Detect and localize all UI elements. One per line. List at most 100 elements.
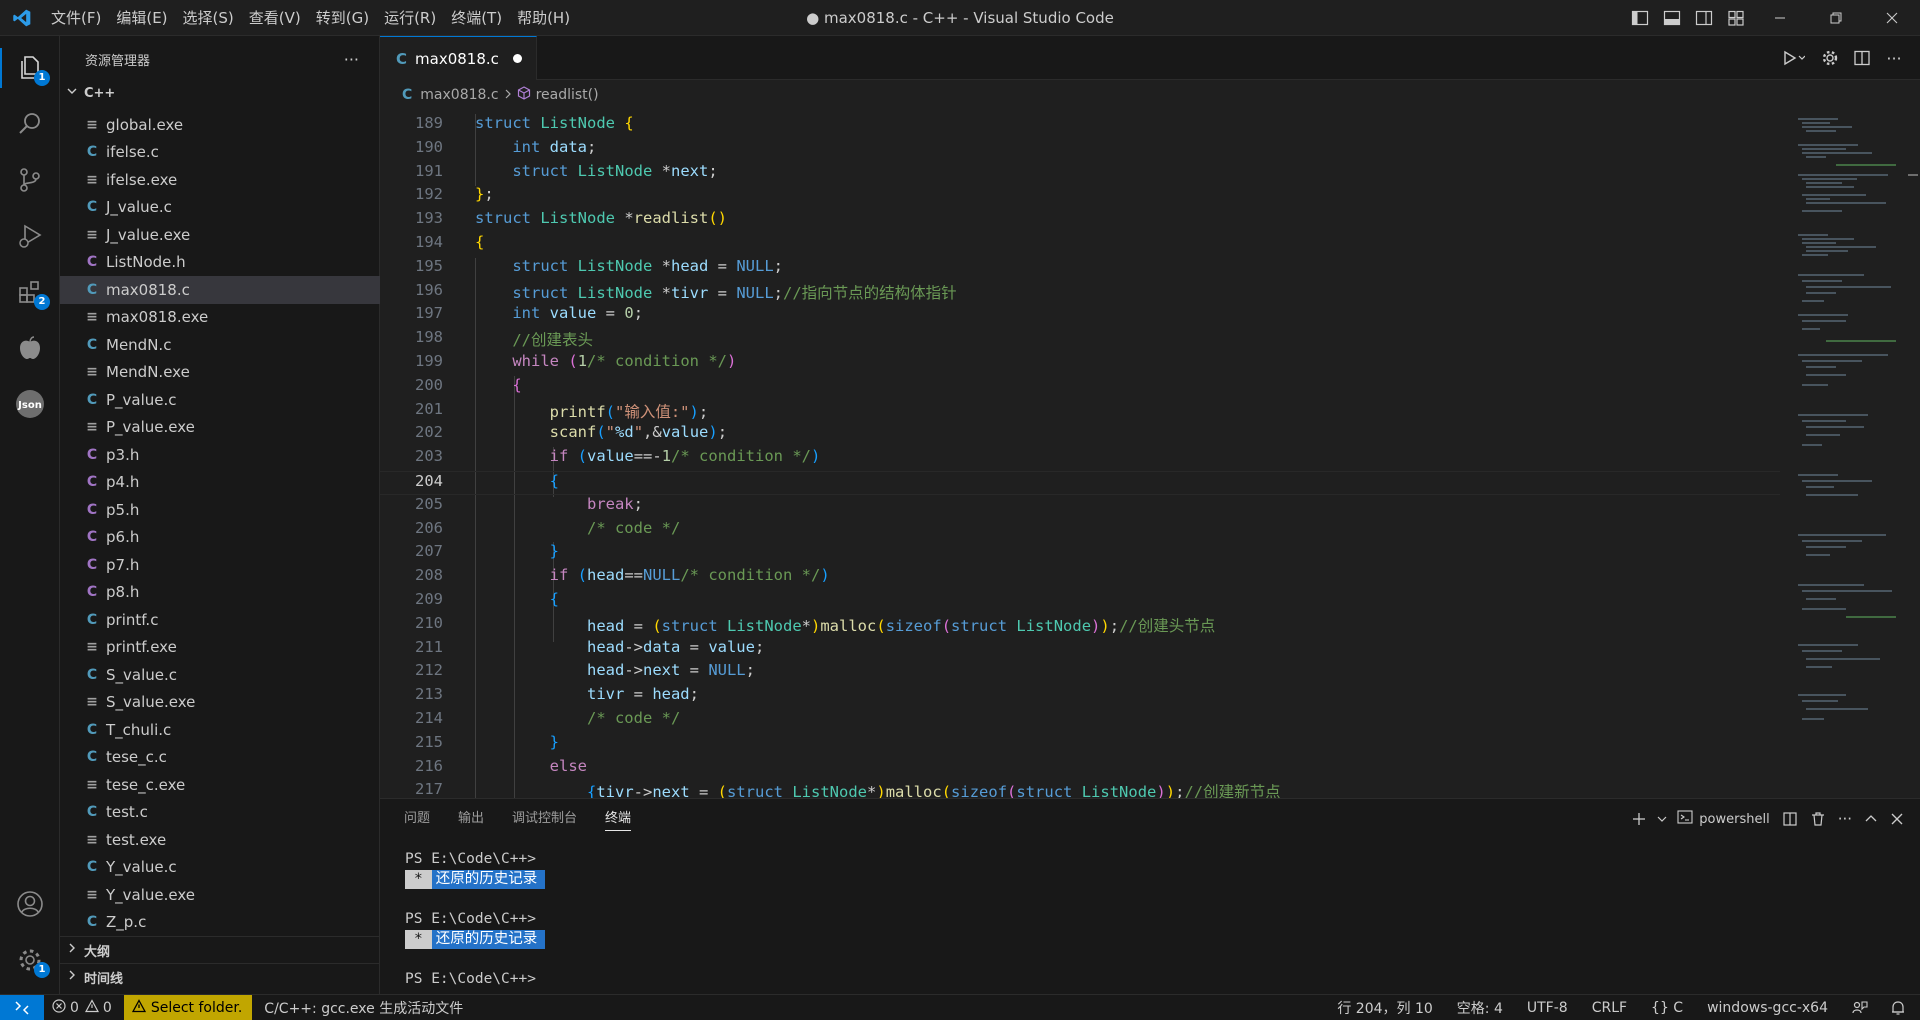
menu-go[interactable]: 转到(G)	[309, 4, 376, 32]
outline-section[interactable]: 大纲	[60, 936, 380, 963]
menu-file[interactable]: 文件(F)	[44, 4, 108, 32]
timeline-section[interactable]: 时间线	[60, 963, 380, 990]
file-item[interactable]: ≡ printf.exe	[60, 634, 380, 662]
code-editor[interactable]: 189 struct ListNode { 190 int data; 191 s…	[380, 114, 1780, 798]
unsaved-dot-icon[interactable]	[512, 54, 522, 63]
file-item[interactable]: Cmax0818.c	[60, 276, 380, 304]
file-item[interactable]: C J_value.c	[60, 194, 380, 222]
editor-vertical-scrollbar[interactable]	[1906, 114, 1920, 798]
restore-button[interactable]	[1808, 0, 1864, 36]
file-item[interactable]: Cp7.h	[60, 551, 380, 579]
folder-header[interactable]: C++	[60, 82, 379, 104]
menu-edit[interactable]: 编辑(E)	[109, 4, 174, 32]
terminal-profile[interactable]: powershell	[1671, 799, 1775, 839]
customize-layout-icon[interactable]	[1720, 0, 1752, 36]
source-control-icon[interactable]	[0, 152, 60, 208]
toggle-secondary-sidebar-icon[interactable]	[1688, 0, 1720, 36]
cursor-position[interactable]: 行 204，列 10	[1325, 995, 1444, 1020]
header-file-icon: C	[86, 529, 98, 546]
minimap[interactable]	[1796, 114, 1906, 798]
file-item[interactable]: ≡ test.exe	[60, 826, 380, 854]
file-item[interactable]: Cp5.h	[60, 496, 380, 524]
debug-config-gear-icon[interactable]	[1814, 40, 1846, 76]
file-item[interactable]: C Z_p.c	[60, 909, 380, 937]
tab-output[interactable]: 输出	[458, 799, 484, 839]
breadcrumb-file[interactable]: max0818.c	[420, 87, 498, 103]
file-item[interactable]: C S_value.c	[60, 661, 380, 689]
indentation-status[interactable]: 空格: 4	[1445, 995, 1515, 1020]
file-item[interactable]: ≡ J_value.exe	[60, 221, 380, 249]
file-item[interactable]: Cprintf.c	[60, 606, 380, 634]
trash-icon[interactable]	[1804, 799, 1832, 839]
feedback-icon[interactable]	[1840, 995, 1880, 1020]
minimize-button[interactable]	[1752, 0, 1808, 36]
file-item[interactable]: ≡ ifelse.exe	[60, 166, 380, 194]
file-item[interactable]: C ListNode.h	[60, 249, 380, 277]
file-item[interactable]: Cifelse.c	[60, 139, 380, 167]
split-editor-icon[interactable]	[1846, 40, 1878, 76]
file-item[interactable]: ≡ max0818.exe	[60, 304, 380, 332]
problems-status[interactable]: 0 0	[44, 995, 120, 1020]
eol-status[interactable]: CRLF	[1580, 995, 1639, 1020]
new-terminal-icon[interactable]	[1625, 799, 1653, 839]
file-item[interactable]: Cp4.h	[60, 469, 380, 497]
tab-terminal[interactable]: 终端	[605, 799, 632, 839]
menu-run[interactable]: 运行(R)	[377, 4, 443, 32]
toggle-panel-icon[interactable]	[1656, 0, 1688, 36]
notifications-bell-icon[interactable]	[1880, 995, 1920, 1020]
file-item[interactable]: C MendN.c	[60, 331, 380, 359]
remote-indicator-icon[interactable]	[0, 994, 44, 1020]
file-item[interactable]: ≡ P_value.exe	[60, 414, 380, 442]
file-item[interactable]: ≡ S_value.exe	[60, 689, 380, 717]
breadcrumb-symbol[interactable]: readlist()	[536, 87, 599, 103]
close-panel-icon[interactable]	[1884, 799, 1910, 839]
account-icon[interactable]	[0, 876, 60, 932]
run-debug-icon[interactable]	[0, 208, 60, 264]
encoding-status[interactable]: UTF-8	[1515, 995, 1580, 1020]
close-window-button[interactable]	[1864, 0, 1920, 36]
panel-more-icon[interactable]: ···	[1832, 799, 1858, 839]
more-actions-icon[interactable]: ···	[1878, 40, 1910, 76]
file-item[interactable]: Cp3.h	[60, 441, 380, 469]
file-item[interactable]: C T_chuli.c	[60, 716, 380, 744]
tab-debug-console[interactable]: 调试控制台	[512, 799, 577, 839]
select-folder-warning[interactable]: Select folder.	[123, 994, 253, 1020]
apple-icon[interactable]	[0, 320, 60, 376]
language-mode[interactable]: {} C	[1639, 995, 1695, 1020]
explorer-icon[interactable]: 1	[0, 40, 60, 96]
menu-help[interactable]: 帮助(H)	[510, 4, 577, 32]
maximize-panel-icon[interactable]	[1858, 799, 1884, 839]
menu-view[interactable]: 查看(V)	[242, 4, 308, 32]
menu-terminal[interactable]: 终端(T)	[444, 4, 509, 32]
file-item[interactable]: ≡ tese_c.exe	[60, 771, 380, 799]
file-item[interactable]: ≡ MendN.exe	[60, 359, 380, 387]
scrollbar-thumb[interactable]	[1908, 174, 1918, 176]
file-item[interactable]: ≡ Y_value.exe	[60, 881, 380, 909]
extensions-icon[interactable]: 2	[0, 264, 60, 320]
tab-problems[interactable]: 问题	[404, 799, 430, 839]
explorer-sidebar: 资源管理器 ··· C++ ≡ global.exe Cifelse.c ≡ ifels…	[60, 36, 380, 994]
run-code-icon[interactable]	[1774, 40, 1814, 76]
file-item[interactable]: C Y_value.c	[60, 854, 380, 882]
tab-max0818-c[interactable]: C max0818.c	[380, 36, 537, 80]
error-count: 0	[70, 999, 79, 1016]
cpp-configuration[interactable]: windows-gcc-x64	[1695, 995, 1840, 1020]
json-icon[interactable]: Json	[0, 376, 60, 432]
line-number: 192	[415, 185, 443, 204]
terminal-output[interactable]: PS E:\Code\C++> * 还原的历史记录 PS E:\Code\C++>…	[405, 849, 546, 989]
file-item[interactable]: C P_value.c	[60, 386, 380, 414]
split-terminal-icon[interactable]	[1776, 799, 1804, 839]
sidebar-more-button[interactable]: ···	[344, 50, 359, 69]
file-item[interactable]: ≡ global.exe	[60, 111, 380, 139]
file-item[interactable]: Cp8.h	[60, 579, 380, 607]
build-task-status[interactable]: C/C++: gcc.exe 生成活动文件	[256, 995, 471, 1020]
search-icon[interactable]	[0, 96, 60, 152]
menu-selection[interactable]: 选择(S)	[176, 4, 241, 32]
file-item[interactable]: Cp6.h	[60, 524, 380, 552]
file-item[interactable]: Ctese_c.c	[60, 744, 380, 772]
settings-gear-icon[interactable]: 1	[0, 932, 60, 988]
file-item[interactable]: Ctest.c	[60, 799, 380, 827]
chevron-down-icon	[66, 85, 84, 101]
chevron-down-icon[interactable]	[1653, 799, 1671, 839]
toggle-sidebar-icon[interactable]	[1624, 0, 1656, 36]
